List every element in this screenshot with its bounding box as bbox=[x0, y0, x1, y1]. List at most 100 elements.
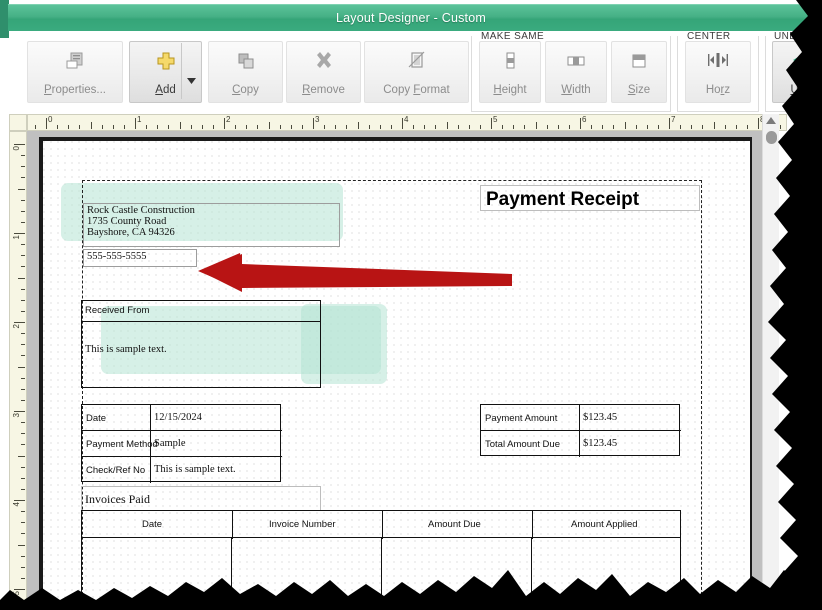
properties-icon bbox=[64, 49, 86, 73]
hruler-tick bbox=[535, 122, 537, 129]
hruler-tick bbox=[680, 125, 682, 129]
vruler-tick bbox=[14, 589, 25, 590]
page-title-frame[interactable] bbox=[480, 185, 700, 211]
vruler-tick bbox=[21, 555, 25, 557]
vruler-tick bbox=[18, 277, 25, 279]
window-titlebar: Layout Designer - Custom bbox=[8, 4, 814, 31]
hruler-tick bbox=[413, 125, 415, 129]
vruler-tick bbox=[21, 577, 25, 579]
hruler-tick bbox=[313, 118, 314, 129]
vertical-scrollbar[interactable] bbox=[762, 114, 779, 610]
vruler-tick bbox=[21, 466, 25, 468]
amount-label-1: Total Amount Due bbox=[485, 439, 560, 450]
remove-label: Remove bbox=[302, 84, 345, 96]
invoices-col-divider-1 bbox=[232, 511, 233, 539]
hruler-tick bbox=[402, 118, 403, 129]
window-title: Layout Designer - Custom bbox=[335, 11, 486, 25]
vruler-tick bbox=[21, 600, 25, 602]
hruler-tick bbox=[468, 125, 470, 129]
hruler-tick bbox=[713, 122, 715, 129]
vruler-tick bbox=[21, 221, 25, 223]
vruler-tick bbox=[21, 355, 25, 357]
invoices-body-rule-2 bbox=[381, 538, 382, 610]
vruler-tick bbox=[14, 144, 25, 145]
copy-format-button[interactable]: Copy Format bbox=[364, 41, 469, 103]
copy-icon bbox=[235, 49, 257, 73]
amount-label-0: Payment Amount bbox=[485, 413, 558, 424]
vruler-tick bbox=[21, 199, 25, 201]
hruler-tick bbox=[735, 125, 737, 129]
hruler-tick bbox=[613, 125, 615, 129]
undo-button[interactable]: Und bbox=[772, 41, 822, 103]
scrollbar-thumb[interactable] bbox=[766, 131, 777, 144]
amount-value-1: $123.45 bbox=[583, 438, 618, 449]
hruler-tick bbox=[112, 125, 114, 129]
vruler-tick bbox=[21, 255, 25, 257]
hruler-tick bbox=[46, 118, 47, 129]
vertical-ruler: 0 1 2 3 4 5 bbox=[9, 131, 27, 610]
copy-format-icon bbox=[406, 49, 428, 73]
amount-table-col-divider bbox=[579, 405, 580, 457]
scroll-up-arrow-icon[interactable] bbox=[766, 117, 776, 124]
vruler-tick bbox=[21, 488, 25, 490]
make-same-width-button[interactable]: Width bbox=[545, 41, 607, 103]
hruler-tick bbox=[591, 125, 593, 129]
hruler-label-0: 0 bbox=[48, 115, 53, 124]
vruler-tick bbox=[21, 299, 25, 301]
annotation-arrow bbox=[198, 253, 512, 292]
invoices-body-rule-1 bbox=[231, 538, 232, 610]
hruler-tick bbox=[168, 125, 170, 129]
make-same-height-button[interactable]: Height bbox=[479, 41, 541, 103]
hruler-tick bbox=[368, 125, 370, 129]
vruler-label-3: 3 bbox=[12, 413, 21, 418]
hruler-tick bbox=[491, 118, 492, 129]
design-page[interactable]: Payment Receipt Rock Castle Construction… bbox=[43, 141, 750, 610]
vruler-tick bbox=[18, 188, 25, 190]
hruler-tick bbox=[201, 125, 203, 129]
hruler-tick bbox=[157, 125, 159, 129]
company-street: 1735 County Road bbox=[87, 216, 167, 227]
vruler-tick bbox=[21, 210, 25, 212]
hruler-tick bbox=[301, 125, 303, 129]
vruler-tick bbox=[18, 455, 25, 457]
hruler-tick bbox=[57, 125, 59, 129]
vruler-tick bbox=[21, 288, 25, 290]
hruler-tick bbox=[635, 125, 637, 129]
detail-label-2: Check/Ref No bbox=[86, 465, 146, 476]
received-from-divider bbox=[81, 321, 321, 322]
center-horz-button[interactable]: Horz bbox=[685, 41, 751, 103]
hruler-tick bbox=[669, 118, 670, 129]
layout-designer-window: Layout Designer - Custom Properties... A… bbox=[0, 0, 822, 610]
vruler-tick bbox=[21, 388, 25, 390]
hruler-tick bbox=[746, 125, 748, 129]
hruler-tick bbox=[557, 125, 559, 129]
hruler-tick bbox=[446, 122, 448, 129]
center-horz-label: Horz bbox=[705, 84, 731, 96]
detail-table-row-divider-1 bbox=[82, 430, 282, 431]
remove-button[interactable]: Remove bbox=[286, 41, 361, 103]
vruler-tick bbox=[21, 310, 25, 312]
vruler-tick bbox=[21, 433, 25, 435]
properties-button[interactable]: Properties... bbox=[27, 41, 123, 103]
hruler-tick bbox=[568, 125, 570, 129]
invoices-column-2: Amount Due bbox=[428, 519, 481, 530]
hruler-tick bbox=[357, 122, 359, 129]
vruler-tick bbox=[21, 344, 25, 346]
amount-value-0: $123.45 bbox=[583, 412, 618, 423]
hruler-tick bbox=[123, 125, 125, 129]
width-icon bbox=[565, 49, 587, 73]
copy-button[interactable]: Copy bbox=[208, 41, 283, 103]
design-canvas[interactable]: Payment Receipt Rock Castle Construction… bbox=[27, 131, 772, 610]
company-city-state-zip: Bayshore, CA 94326 bbox=[87, 227, 175, 238]
hruler-tick bbox=[335, 125, 337, 129]
vruler-tick bbox=[21, 533, 25, 535]
invoices-body-rule-3 bbox=[531, 538, 532, 610]
vruler-tick bbox=[21, 522, 25, 524]
hruler-tick bbox=[135, 118, 136, 129]
add-dropdown-arrow-icon[interactable] bbox=[187, 71, 196, 89]
make-same-size-button[interactable]: Size bbox=[611, 41, 667, 103]
hruler-tick bbox=[435, 125, 437, 129]
invoices-paid-label: Invoices Paid bbox=[85, 492, 150, 506]
properties-label: Properties... bbox=[44, 84, 106, 96]
hruler-tick bbox=[524, 125, 526, 129]
